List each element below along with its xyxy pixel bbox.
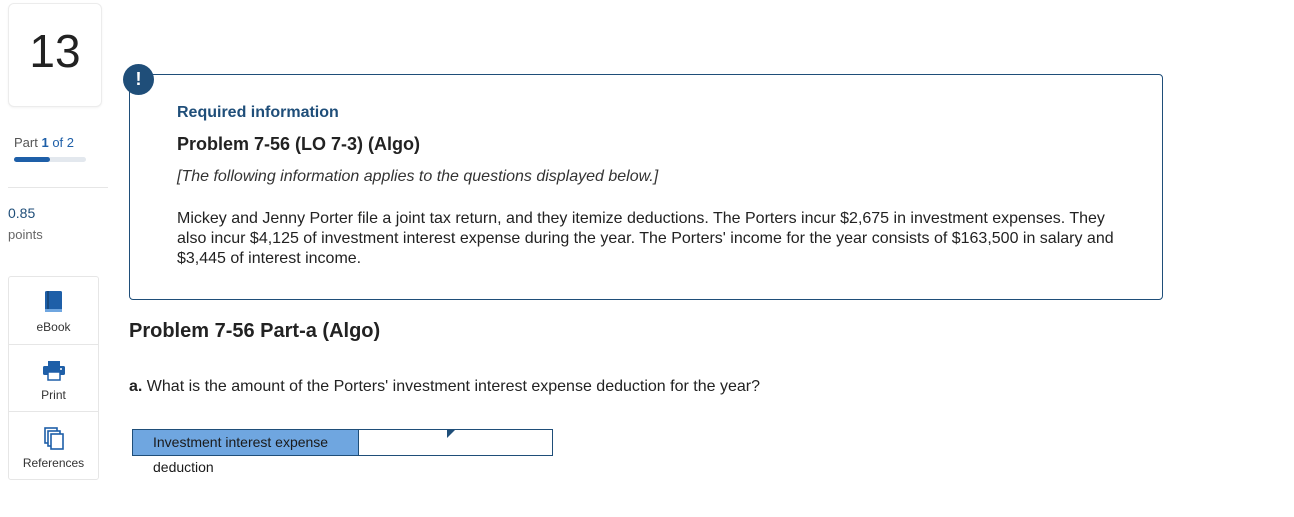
printer-icon xyxy=(42,361,65,381)
answer-label: Investment interest expense deduction xyxy=(133,430,359,475)
alert-icon: ! xyxy=(123,64,154,95)
part-progress-bar xyxy=(14,157,86,162)
part-label: Part xyxy=(14,135,38,150)
points-label: points xyxy=(8,227,43,242)
ebook-button[interactable]: eBook xyxy=(9,277,98,344)
question-text: a. What is the amount of the Porters' in… xyxy=(129,378,760,396)
references-button[interactable]: References xyxy=(9,411,98,479)
question-label: a. xyxy=(129,378,143,395)
problem-description: Mickey and Jenny Porter file a joint tax… xyxy=(177,210,1114,267)
print-button[interactable]: Print xyxy=(9,344,98,412)
problem-title: Problem 7-56 (LO 7-3) (Algo) xyxy=(177,134,421,154)
answer-row: Investment interest expense deduction xyxy=(132,429,553,475)
part-indicator: Part 1 of 2 xyxy=(14,135,74,150)
deduction-input[interactable] xyxy=(359,430,552,455)
question-body: What is the amount of the Porters' inves… xyxy=(146,378,760,395)
print-label: Print xyxy=(41,388,66,402)
references-label: References xyxy=(22,456,85,470)
question-number: 13 xyxy=(29,25,81,77)
required-information-box: Required information Problem 7-56 (LO 7-… xyxy=(129,74,1163,300)
tools-panel: eBook Print References xyxy=(8,276,99,480)
ebook-label: eBook xyxy=(36,320,71,334)
part-heading: Problem 7-56 Part-a (Algo) xyxy=(129,320,381,342)
info-note: [The following information applies to th… xyxy=(177,168,659,185)
required-info-title: Required information xyxy=(177,104,339,121)
book-icon xyxy=(44,291,62,312)
references-icon xyxy=(43,427,64,450)
part-of: of xyxy=(52,135,64,150)
part-total: 2 xyxy=(66,135,75,150)
divider xyxy=(8,187,108,188)
question-number-card: 13 xyxy=(8,3,102,107)
required-flag-icon xyxy=(447,430,455,438)
part-progress-fill xyxy=(14,157,50,162)
points-value: 0.85 xyxy=(8,205,36,221)
part-current: 1 xyxy=(41,135,49,150)
